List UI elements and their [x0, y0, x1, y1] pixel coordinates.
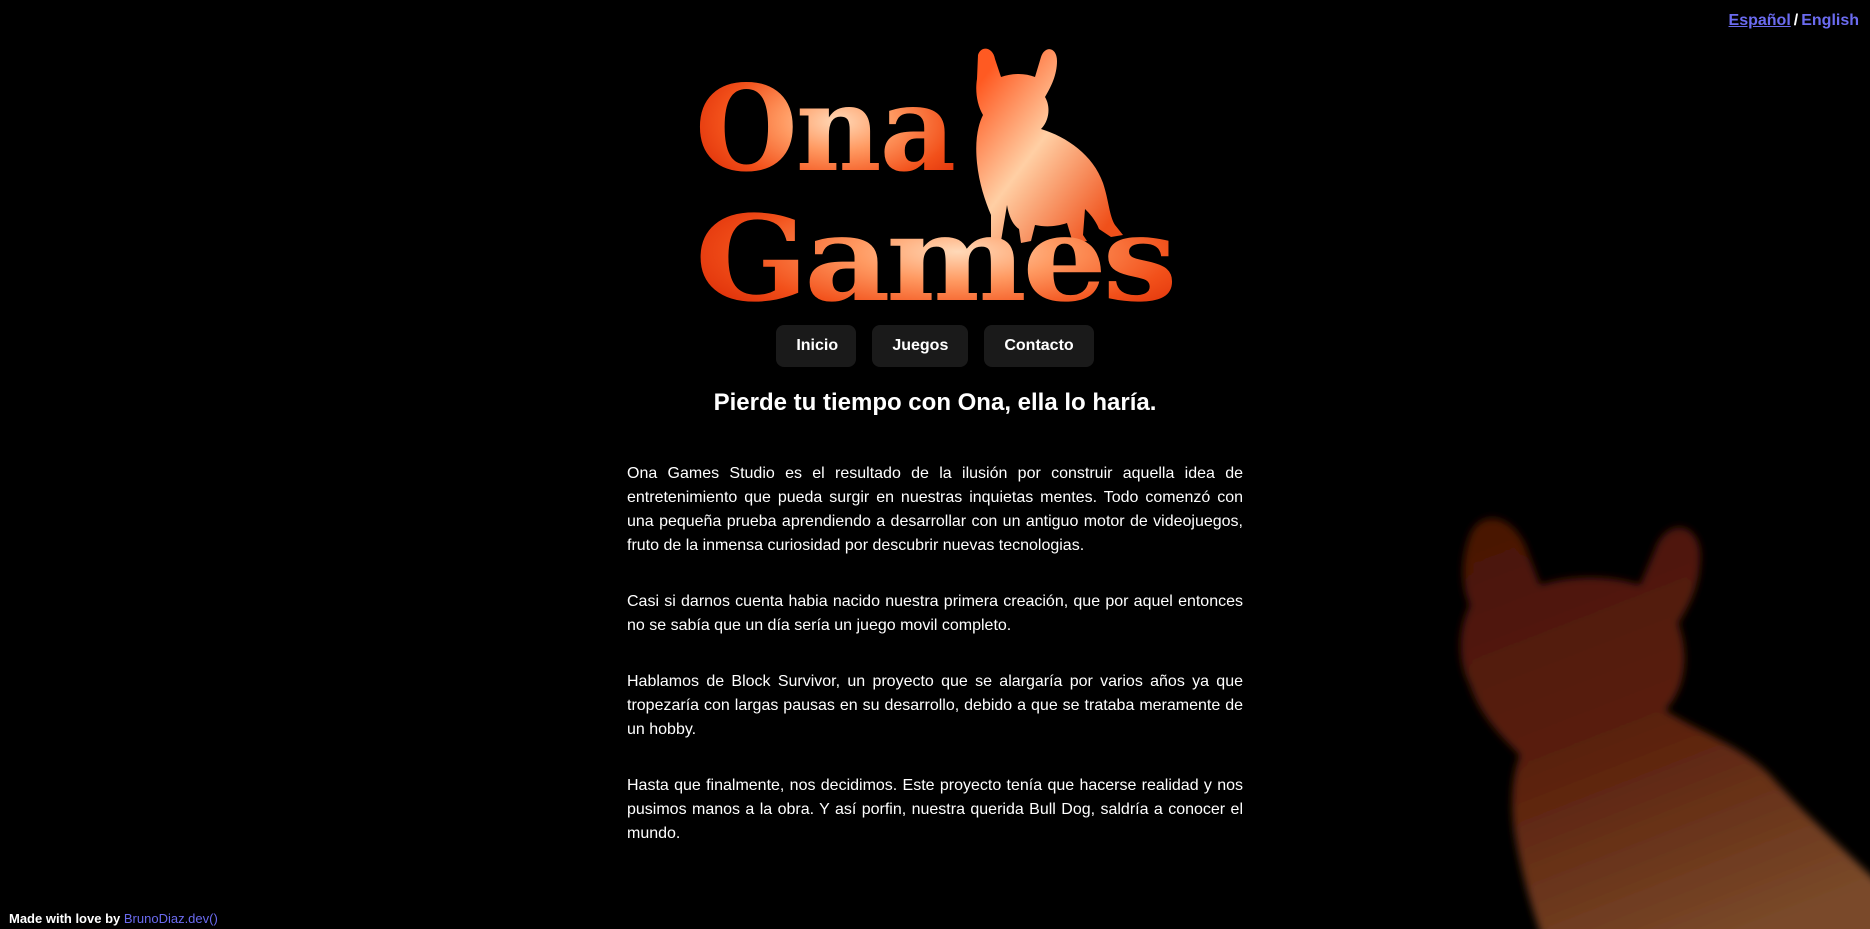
background-bulldog-silhouette: [1460, 518, 1870, 929]
lang-es-link[interactable]: Español: [1729, 12, 1791, 29]
ona-games-logo: Ona Games: [695, 48, 1175, 310]
about-paragraph: Hablamos de Block Survivor, un proyecto …: [627, 673, 1243, 738]
page: Español / English Ona Games Inicio Juego…: [0, 0, 1870, 929]
nav-button-contacto[interactable]: Contacto: [984, 325, 1094, 367]
about-paragraph: Hasta que finalmente, nos decidimos. Est…: [627, 777, 1243, 842]
lang-separator: /: [1793, 12, 1799, 29]
logo-text-games: Games: [695, 189, 1173, 310]
nav-button-juegos[interactable]: Juegos: [872, 325, 969, 367]
nav-button-inicio[interactable]: Inicio: [776, 325, 857, 367]
lang-en-link[interactable]: English: [1801, 12, 1859, 29]
footer-text: Made with love by: [9, 911, 121, 926]
about-content: Ona Games Studio es el resultado de la i…: [627, 462, 1243, 878]
logo-text-ona: Ona: [695, 59, 954, 198]
page-headline: Pierde tu tiempo con Ona, ella lo haría.: [713, 389, 1157, 416]
footer-author-link[interactable]: BrunoDiaz.dev(): [124, 911, 218, 926]
footer-credit: Made with love by BrunoDiaz.dev(): [9, 911, 218, 926]
about-paragraph: Ona Games Studio es el resultado de la i…: [627, 465, 1243, 554]
main-nav: Inicio Juegos Contacto: [0, 325, 1870, 367]
language-switcher: Español / English: [1729, 12, 1859, 30]
about-paragraph: Casi si darnos cuenta habia nacido nuest…: [627, 593, 1243, 634]
